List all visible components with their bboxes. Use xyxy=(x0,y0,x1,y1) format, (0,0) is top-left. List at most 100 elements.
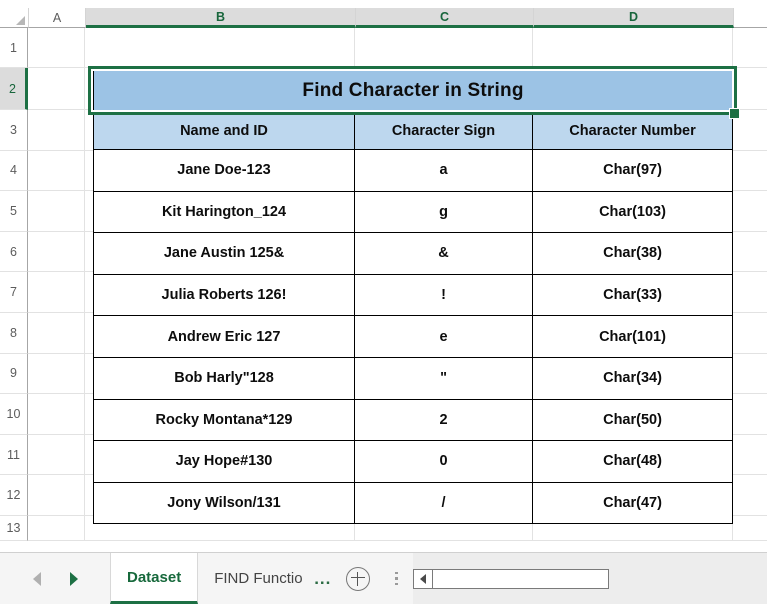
cell-character-number[interactable]: Char(47) xyxy=(531,481,734,525)
scroll-left-button[interactable] xyxy=(414,569,434,588)
grid-cell[interactable] xyxy=(733,312,767,353)
grid-cell[interactable] xyxy=(733,475,767,515)
row-header-6[interactable]: 6 xyxy=(0,231,28,273)
grid-cell[interactable] xyxy=(733,150,767,191)
grid-row xyxy=(28,28,767,68)
cell-character-number[interactable]: Char(50) xyxy=(531,398,734,442)
sheet-tab-label: FIND Functio xyxy=(214,570,303,587)
cell-name-and-id[interactable]: Andrew Eric 127 xyxy=(93,315,355,358)
cell-character-sign[interactable]: g xyxy=(354,190,533,234)
table-row: Andrew Eric 127 e Char(101) xyxy=(93,315,734,358)
grid-cell[interactable] xyxy=(733,515,767,540)
row-header-9[interactable]: 9 xyxy=(0,353,28,395)
fill-handle[interactable] xyxy=(729,108,740,119)
grid-cell[interactable] xyxy=(28,191,85,231)
triangle-left-icon[interactable] xyxy=(32,571,41,586)
grid-cell[interactable] xyxy=(733,434,767,475)
table-row: Jay Hope#130 0 Char(48) xyxy=(93,440,734,483)
grid-cell[interactable] xyxy=(733,394,767,434)
column-header-overflow xyxy=(734,8,767,28)
row-header-13[interactable]: 13 xyxy=(0,515,28,541)
table-row: Kit Harington_124 g Char(103) xyxy=(93,190,734,234)
grid-cell[interactable] xyxy=(28,150,85,191)
grid-cell[interactable] xyxy=(733,272,767,312)
grid-cell[interactable] xyxy=(28,515,85,540)
grid-cell[interactable] xyxy=(733,28,767,67)
column-header-row: A B C D xyxy=(0,8,767,28)
cell-character-number[interactable]: Char(34) xyxy=(531,356,734,400)
cell-name-and-id[interactable]: Julia Roberts 126! xyxy=(93,273,355,317)
cell-character-sign[interactable]: / xyxy=(354,481,533,525)
cell-name-and-id[interactable]: Kit Harington_124 xyxy=(93,190,355,234)
grid-cell[interactable] xyxy=(28,434,85,475)
grid-cell[interactable] xyxy=(533,28,733,67)
cell-name-and-id[interactable]: Bob Harly"128 xyxy=(93,356,355,400)
cell-character-sign[interactable]: a xyxy=(354,149,533,192)
cell-character-sign[interactable]: ! xyxy=(354,273,533,317)
cell-character-number[interactable]: Char(103) xyxy=(531,190,734,234)
grid-cell[interactable] xyxy=(733,231,767,272)
table-header-row: Name and ID Character Sign Character Num… xyxy=(93,111,734,150)
column-header-d[interactable]: D xyxy=(534,8,734,28)
table-title-row: Find Character in String xyxy=(92,70,734,112)
column-header-c[interactable]: C xyxy=(356,8,534,28)
horizontal-scrollbar[interactable] xyxy=(413,568,610,589)
vertical-dots-icon[interactable] xyxy=(379,553,414,604)
grid-cell[interactable] xyxy=(28,475,85,515)
table-row: Jane Austin 125& & Char(38) xyxy=(93,232,734,275)
cell-character-number[interactable]: Char(33) xyxy=(531,273,734,317)
triangle-right-icon[interactable] xyxy=(69,571,78,586)
row-header-2[interactable]: 2 xyxy=(0,68,28,110)
cell-character-sign[interactable]: & xyxy=(354,232,533,275)
cell-name-and-id[interactable]: Jony Wilson/131 xyxy=(93,481,355,525)
row-header-10[interactable]: 10 xyxy=(0,394,28,435)
row-header-1[interactable]: 1 xyxy=(0,28,28,68)
grid-cell[interactable] xyxy=(28,272,85,312)
cell-character-sign[interactable]: 2 xyxy=(354,398,533,442)
column-header-a[interactable]: A xyxy=(29,8,86,28)
grid-cell[interactable] xyxy=(28,394,85,434)
column-header-b[interactable]: B xyxy=(86,8,356,28)
sheet-tab-dataset[interactable]: Dataset xyxy=(110,553,199,604)
scrollbar-thumb[interactable] xyxy=(433,569,609,588)
row-header-12[interactable]: 12 xyxy=(0,475,28,516)
sheet-tabs-overflow[interactable]: ... xyxy=(308,553,337,604)
cell-name-and-id[interactable]: Rocky Montana*129 xyxy=(93,398,355,442)
cell-name-and-id[interactable]: Jane Austin 125& xyxy=(93,232,355,275)
add-sheet-button[interactable] xyxy=(337,553,379,604)
plus-circle-icon xyxy=(346,566,371,591)
cell-name-and-id[interactable]: Jay Hope#130 xyxy=(93,440,355,483)
column-header-name-and-id: Name and ID xyxy=(93,111,355,150)
grid-cell[interactable] xyxy=(733,68,767,109)
cell-character-number[interactable]: Char(38) xyxy=(531,232,734,275)
row-header-8[interactable]: 8 xyxy=(0,312,28,354)
cell-character-number[interactable]: Char(97) xyxy=(531,149,734,192)
row-header-7[interactable]: 7 xyxy=(0,272,28,313)
grid-cell[interactable] xyxy=(28,312,85,353)
row-header-5[interactable]: 5 xyxy=(0,191,28,232)
cell-character-number[interactable]: Char(48) xyxy=(531,440,734,483)
grid-cell[interactable] xyxy=(28,110,85,150)
select-all-button[interactable] xyxy=(0,8,29,28)
cell-character-sign[interactable]: 0 xyxy=(354,440,533,483)
table-row: Julia Roberts 126!! Char(33) xyxy=(93,273,734,317)
cell-character-sign[interactable]: " xyxy=(354,356,533,400)
grid-cell[interactable] xyxy=(28,231,85,272)
grid-cell[interactable] xyxy=(28,68,85,109)
grid-cell[interactable] xyxy=(28,353,85,394)
table-title: Find Character in String xyxy=(92,70,734,112)
grid-cell[interactable] xyxy=(733,353,767,394)
grid-cell[interactable] xyxy=(85,28,355,67)
sheet-tab-find-function[interactable]: FIND Functio xyxy=(198,553,309,604)
cell-name-and-id[interactable]: Jane Doe-123 xyxy=(93,149,355,192)
grid-cell[interactable] xyxy=(733,191,767,231)
row-header-4[interactable]: 4 xyxy=(0,150,28,192)
row-header-11[interactable]: 11 xyxy=(0,434,28,476)
cell-character-number[interactable]: Char(101) xyxy=(531,315,734,358)
dot xyxy=(395,582,398,586)
grid-cell[interactable] xyxy=(28,28,85,67)
cell-character-sign[interactable]: e xyxy=(354,315,533,358)
grid-cell[interactable] xyxy=(355,28,533,67)
table-row: Bob Harly"128 " Char(34) xyxy=(93,356,734,400)
row-header-3[interactable]: 3 xyxy=(0,110,28,151)
